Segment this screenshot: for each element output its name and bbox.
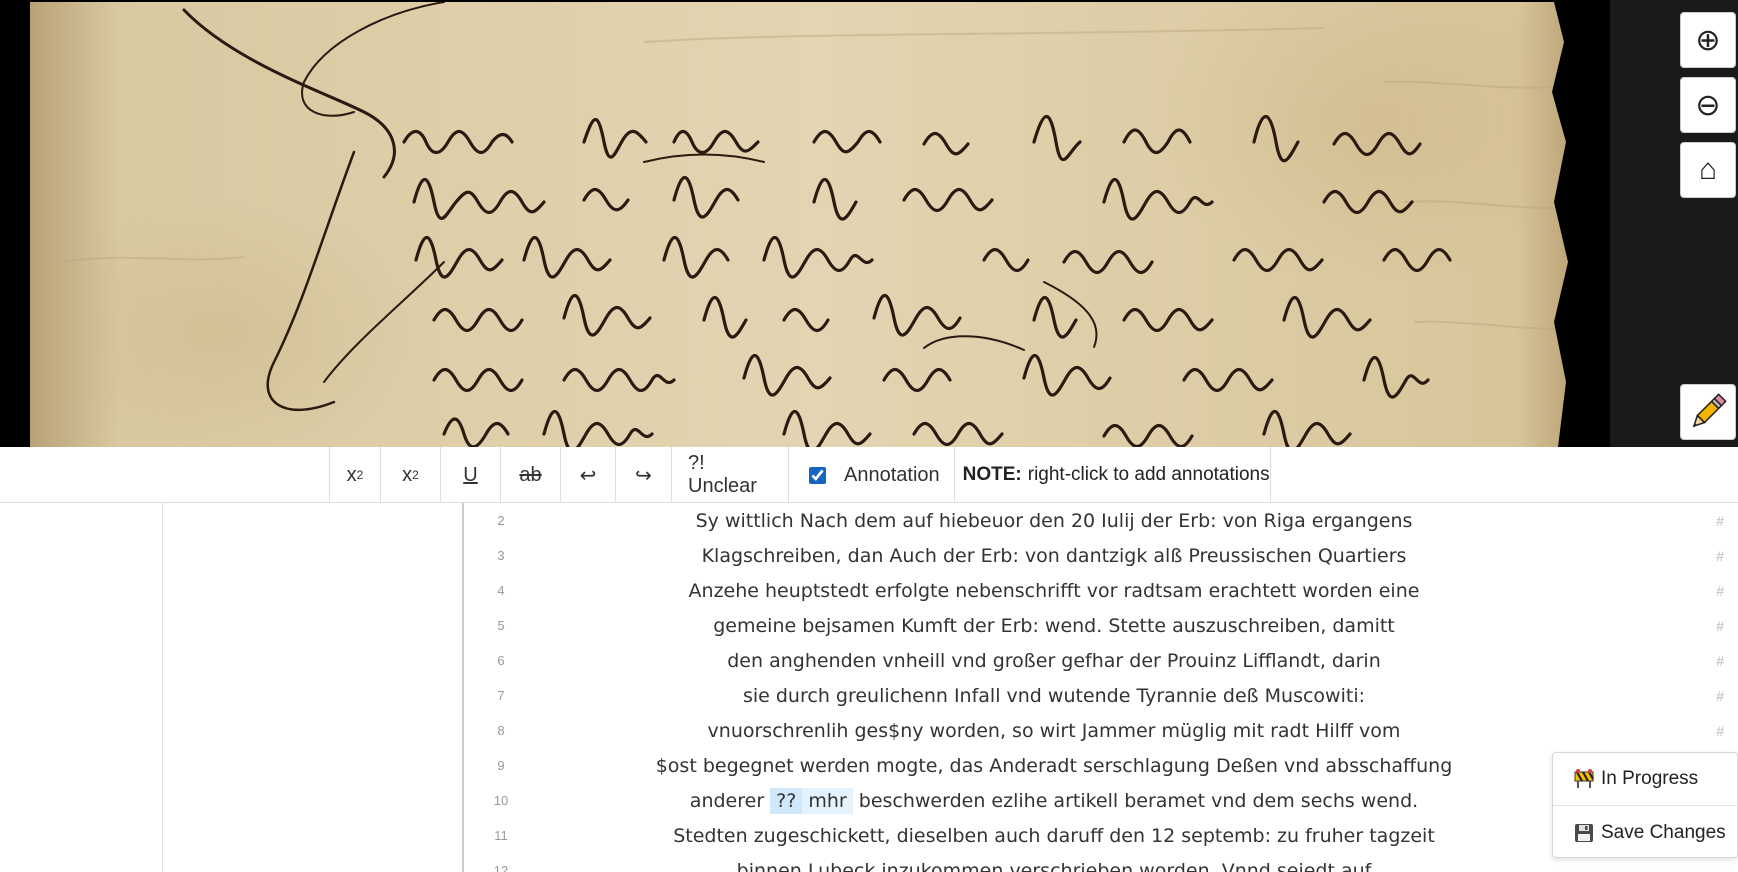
- line-number: 2: [497, 513, 505, 528]
- line-text[interactable]: anderer ?? mhr beschwerden ezlihe artikel…: [544, 787, 1564, 814]
- line-number: 11: [494, 828, 508, 843]
- redo-button[interactable]: ↪: [616, 447, 672, 503]
- transcription-line[interactable]: 7 sie durch greulichenn Infall vnd wuten…: [464, 678, 1738, 713]
- zoom-out-button[interactable]: ⊖: [1680, 77, 1736, 133]
- home-icon: ⌂: [1698, 153, 1718, 186]
- line-anchor[interactable]: #: [1716, 723, 1724, 739]
- line-region-panel: [163, 503, 464, 872]
- menu-divider: [1553, 805, 1738, 806]
- transcription-line[interactable]: 9 $ost begegnet werden mogte, das Andera…: [464, 748, 1738, 783]
- line-anchor[interactable]: #: [1716, 653, 1724, 669]
- transcription-line[interactable]: 12 binnen Lubeck inzukommen verschrieben…: [464, 853, 1738, 872]
- undo-icon: ↩: [579, 464, 597, 487]
- undo-button[interactable]: ↩: [561, 447, 616, 503]
- status-menu: In Progress Save Changes: [1552, 752, 1738, 858]
- annotation-toggle[interactable]: Annotation: [789, 447, 954, 503]
- pencil-icon: [1692, 393, 1727, 428]
- line-number: 4: [497, 583, 505, 598]
- line-text[interactable]: binnen Lubeck inzukommen verschrieben wo…: [544, 860, 1564, 872]
- transcription-lines[interactable]: 2 Sy wittlich Nach dem auf hiebeuor den …: [464, 503, 1738, 872]
- superscript-button[interactable]: x2: [330, 447, 381, 503]
- unclear-tag[interactable]: ??: [770, 787, 803, 814]
- underline-button[interactable]: U: [441, 447, 501, 503]
- transcription-line[interactable]: 10 anderer ?? mhr beschwerden ezlihe arti…: [464, 783, 1738, 818]
- transcription-line[interactable]: 8 vnuorschrenlih ges$ny worden, so wirt …: [464, 713, 1738, 748]
- home-button[interactable]: ⌂: [1680, 142, 1736, 198]
- line-number: 7: [497, 688, 505, 703]
- line-text[interactable]: $ost begegnet werden mogte, das Anderadt…: [544, 755, 1564, 777]
- zoom-in-button[interactable]: ⊕: [1680, 12, 1736, 68]
- line-text[interactable]: Klagschreiben, dan Auch der Erb: von dan…: [544, 545, 1564, 567]
- line-text[interactable]: Sy wittlich Nach dem auf hiebeuor den 20…: [544, 510, 1564, 532]
- line-anchor[interactable]: #: [1716, 548, 1724, 564]
- line-number: 12: [493, 863, 509, 872]
- line-text[interactable]: vnuorschrenlih ges$ny worden, so wirt Ja…: [544, 720, 1564, 742]
- annotation-checkbox[interactable]: [809, 466, 826, 484]
- zoom-in-icon: ⊕: [1695, 23, 1721, 57]
- annotation-tag[interactable]: mhr: [802, 787, 853, 814]
- transcription-line[interactable]: 5 gemeine bejsamen Kumft der Erb: wend. …: [464, 608, 1738, 643]
- line-anchor[interactable]: #: [1716, 618, 1724, 634]
- viewer-controls: ⊕ ⊖ ⌂: [1610, 0, 1738, 447]
- transcription-line[interactable]: 4 Anzehe heuptstedt erfolgte nebenschrif…: [464, 573, 1738, 608]
- save-changes-button[interactable]: Save Changes: [1553, 807, 1738, 859]
- floppy-disk-icon: [1575, 824, 1593, 842]
- unclear-button[interactable]: ?! Unclear: [672, 447, 789, 503]
- transcription-line[interactable]: 11 Stedten zugeschickett, dieselben auch…: [464, 818, 1738, 853]
- line-text[interactable]: sie durch greulichenn Infall vnd wutende…: [544, 685, 1564, 707]
- editor-toolbar: x2 x2 U ab ↩ ↪ ?! Unclear Annotation NOT…: [0, 447, 1738, 503]
- strikethrough-button[interactable]: ab: [501, 447, 561, 503]
- annotation-note: NOTE: right-click to add annotations: [953, 447, 1270, 503]
- zoom-out-icon: ⊖: [1695, 88, 1721, 122]
- subscript-button[interactable]: x2: [381, 447, 441, 503]
- construction-icon: [1574, 769, 1594, 788]
- line-text[interactable]: Stedten zugeschickett, dieselben auch da…: [544, 825, 1564, 847]
- line-anchor[interactable]: #: [1716, 513, 1724, 529]
- line-anchor[interactable]: #: [1716, 688, 1724, 704]
- transcription-line[interactable]: 6 den anghenden vnheill vnd großer gefha…: [464, 643, 1738, 678]
- line-text[interactable]: Anzehe heuptstedt erfolgte nebenschrifft…: [544, 580, 1564, 602]
- edit-button[interactable]: [1680, 384, 1736, 440]
- line-number: 5: [497, 618, 505, 633]
- transcription-area: 2 Sy wittlich Nach dem auf hiebeuor den …: [0, 503, 1738, 872]
- line-number: 9: [497, 758, 505, 773]
- transcription-line[interactable]: 2 Sy wittlich Nach dem auf hiebeuor den …: [464, 503, 1738, 538]
- line-text[interactable]: gemeine bejsamen Kumft der Erb: wend. St…: [544, 615, 1564, 637]
- in-progress-button[interactable]: In Progress: [1553, 753, 1738, 805]
- redo-icon: ↪: [635, 464, 652, 487]
- line-number: 8: [497, 723, 505, 738]
- line-number: 6: [497, 653, 505, 668]
- line-anchor[interactable]: #: [1716, 583, 1724, 599]
- line-text[interactable]: den anghenden vnheill vnd großer gefhar …: [544, 650, 1564, 672]
- transcription-line[interactable]: 3 Klagschreiben, dan Auch der Erb: von d…: [464, 538, 1738, 573]
- image-viewer[interactable]: ⊕ ⊖ ⌂: [0, 0, 1738, 447]
- line-number: 3: [497, 548, 505, 563]
- line-number: 10: [493, 793, 509, 808]
- left-gutter: [0, 503, 163, 872]
- manuscript-scan[interactable]: [24, 2, 1612, 447]
